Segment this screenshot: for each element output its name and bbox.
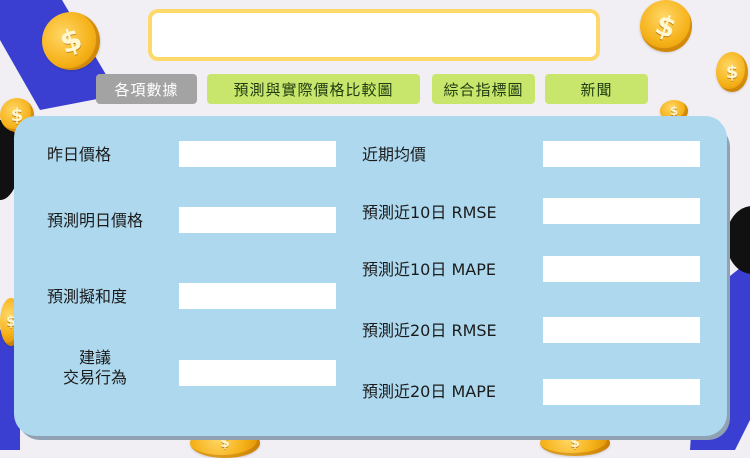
suggested-action-label-line1: 建議 — [78, 348, 111, 367]
prediction-fit-label: 預測擬和度 — [47, 287, 128, 306]
suggested-action-value — [179, 360, 336, 386]
tab-news[interactable]: 新聞 — [545, 74, 648, 104]
suggested-action-label: 建議 交易行為 — [47, 348, 143, 388]
mape-20-label: 預測近20日 MAPE — [362, 382, 496, 401]
tab-composite-indicators[interactable]: 綜合指標圖 — [432, 74, 535, 104]
suggested-action-label-line2: 交易行為 — [62, 368, 127, 387]
predicted-tomorrow-price-value — [179, 207, 336, 233]
rmse-20-value — [543, 317, 700, 343]
rmse-10-label: 預測近10日 RMSE — [362, 203, 497, 222]
yesterday-price-label: 昨日價格 — [47, 145, 112, 164]
title-display-box — [148, 9, 600, 61]
prediction-fit-value — [179, 283, 336, 309]
predicted-tomorrow-price-label: 預測明日價格 — [47, 211, 144, 230]
recent-avg-price-label: 近期均價 — [362, 145, 427, 164]
rmse-10-value — [543, 198, 700, 224]
coin-icon: $ — [716, 52, 748, 92]
tab-data[interactable]: 各項數據 — [96, 74, 197, 104]
yesterday-price-value — [179, 141, 336, 167]
mape-20-value — [543, 379, 700, 405]
rmse-20-label: 預測近20日 RMSE — [362, 321, 497, 340]
mape-10-value — [543, 256, 700, 282]
recent-avg-price-value — [543, 141, 700, 167]
mape-10-label: 預測近10日 MAPE — [362, 260, 496, 279]
tab-prediction-vs-actual[interactable]: 預測與實際價格比較圖 — [207, 74, 420, 104]
